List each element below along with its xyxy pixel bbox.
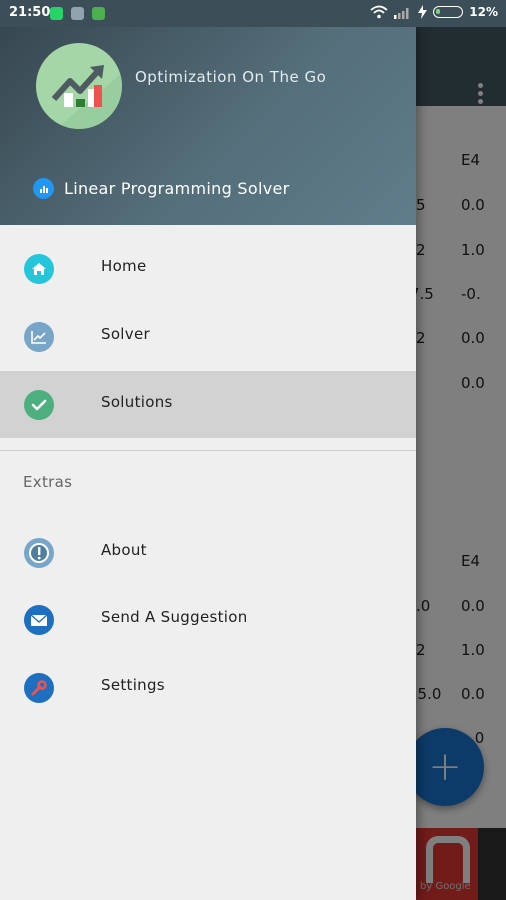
wifi-icon: [370, 5, 388, 19]
whatsapp-icon: [50, 7, 63, 20]
app-title-row: Linear Programming Solver: [33, 178, 290, 199]
menu-item-settings[interactable]: Settings: [0, 654, 416, 721]
menu-item-solver[interactable]: Solver: [0, 303, 416, 370]
bar-chart-icon: [33, 178, 54, 199]
drawer-header: Optimization On The Go Linear Programmin…: [0, 27, 416, 225]
status-bar: 21:50 12%: [0, 0, 506, 27]
menu-item-label: Send A Suggestion: [101, 608, 248, 626]
battery-percent: 12%: [469, 5, 498, 19]
app-name: Linear Programming Solver: [64, 179, 290, 198]
check-icon: [24, 390, 54, 420]
gallery-icon: [71, 7, 84, 20]
menu-item-label: About: [101, 541, 147, 559]
menu-item-home[interactable]: Home: [0, 235, 416, 302]
chart-line-icon: [24, 322, 54, 352]
menu-item-solutions[interactable]: Solutions: [0, 371, 416, 438]
menu-divider: [0, 450, 416, 451]
extras-section-label: Extras: [23, 473, 73, 491]
status-time: 21:50: [9, 5, 51, 20]
menu-item-label: Solutions: [101, 393, 173, 411]
navigation-drawer: Optimization On The Go Linear Programmin…: [0, 27, 416, 900]
battery-icon: [433, 6, 464, 18]
mail-icon: [24, 605, 54, 635]
app-tagline: Optimization On The Go: [135, 68, 327, 86]
status-right: 12%: [370, 5, 498, 19]
charging-icon: [418, 5, 428, 19]
wrench-icon: [24, 673, 54, 703]
menu-item-send-suggestion[interactable]: Send A Suggestion: [0, 586, 416, 653]
menu-item-about[interactable]: About: [0, 519, 416, 586]
android-icon: [92, 7, 105, 20]
menu-item-label: Solver: [101, 325, 150, 343]
menu-item-label: Home: [101, 257, 147, 275]
info-icon: [24, 538, 54, 568]
signal-icon: [394, 7, 409, 19]
app-logo: [36, 43, 122, 129]
home-icon: [24, 254, 54, 284]
screen: E4 5 0.0 2 1.0 7.5 -0. 2 0.0 0.0 E4 .0 0…: [0, 0, 506, 900]
menu-item-label: Settings: [101, 676, 165, 694]
